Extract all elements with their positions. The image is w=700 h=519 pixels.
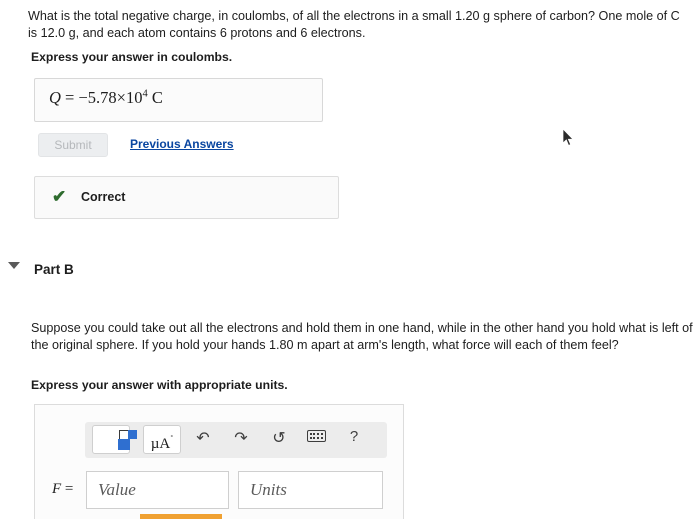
part-a-answer-box[interactable]: Q = −5.78×104 C (34, 78, 323, 122)
part-b-title: Part B (34, 262, 74, 277)
progress-bar (140, 514, 222, 519)
part-a-answer-variable: Q (49, 88, 61, 107)
units-button[interactable]: µA˚ (143, 425, 181, 454)
units-input-placeholder: Units (250, 480, 287, 499)
mouse-cursor (562, 128, 575, 147)
part-b-question-line-3: feel? (591, 338, 619, 352)
template-button[interactable] (92, 425, 137, 454)
help-icon[interactable]: ? (343, 428, 365, 445)
check-icon: ✔ (52, 187, 67, 206)
part-b-instruction: Express your answer with appropriate uni… (31, 378, 288, 392)
part-b-answer-label: F = (52, 481, 73, 498)
part-a-answer-exponent: 4 (142, 88, 148, 100)
units-input[interactable]: Units (238, 471, 383, 509)
redo-icon[interactable]: ↷ (230, 428, 252, 448)
part-b-question-line-1: Suppose you could take out all the elect… (31, 321, 646, 335)
part-a-answer-expression: Q = −5.78×104 C (49, 88, 163, 108)
submit-button[interactable]: Submit (38, 133, 108, 157)
micro-amp-icon: µA˚ (151, 426, 173, 458)
part-a-feedback-box: ✔ Correct (34, 176, 339, 219)
value-input-placeholder: Value (98, 480, 136, 499)
part-b-question: Suppose you could take out all the elect… (31, 320, 693, 354)
value-input[interactable]: Value (86, 471, 229, 509)
undo-icon[interactable]: ↶ (192, 428, 214, 448)
units-button-ring: ˚ (170, 434, 174, 444)
exercise-page: What is the total negative charge, in co… (0, 0, 700, 519)
part-a-question: What is the total negative charge, in co… (28, 8, 688, 42)
part-a-question-line-1: What is the total negative charge, in co… (28, 9, 623, 23)
part-a-feedback-label: Correct (81, 190, 126, 204)
part-b-answer-variable: F (52, 481, 62, 497)
previous-answers-link[interactable]: Previous Answers (130, 137, 234, 151)
part-a-answer-unit: C (151, 88, 163, 107)
part-b-answer-equals: = (64, 481, 74, 497)
units-button-label: µA (150, 436, 171, 452)
keyboard-icon[interactable] (305, 430, 327, 445)
caret-down-icon[interactable] (8, 262, 20, 269)
reset-icon[interactable]: ↺ (268, 428, 290, 448)
part-a-answer-mantissa: −5.78×10 (78, 88, 143, 107)
part-a-answer-equals: = (65, 88, 75, 107)
part-a-instruction: Express your answer in coulombs. (31, 50, 233, 64)
